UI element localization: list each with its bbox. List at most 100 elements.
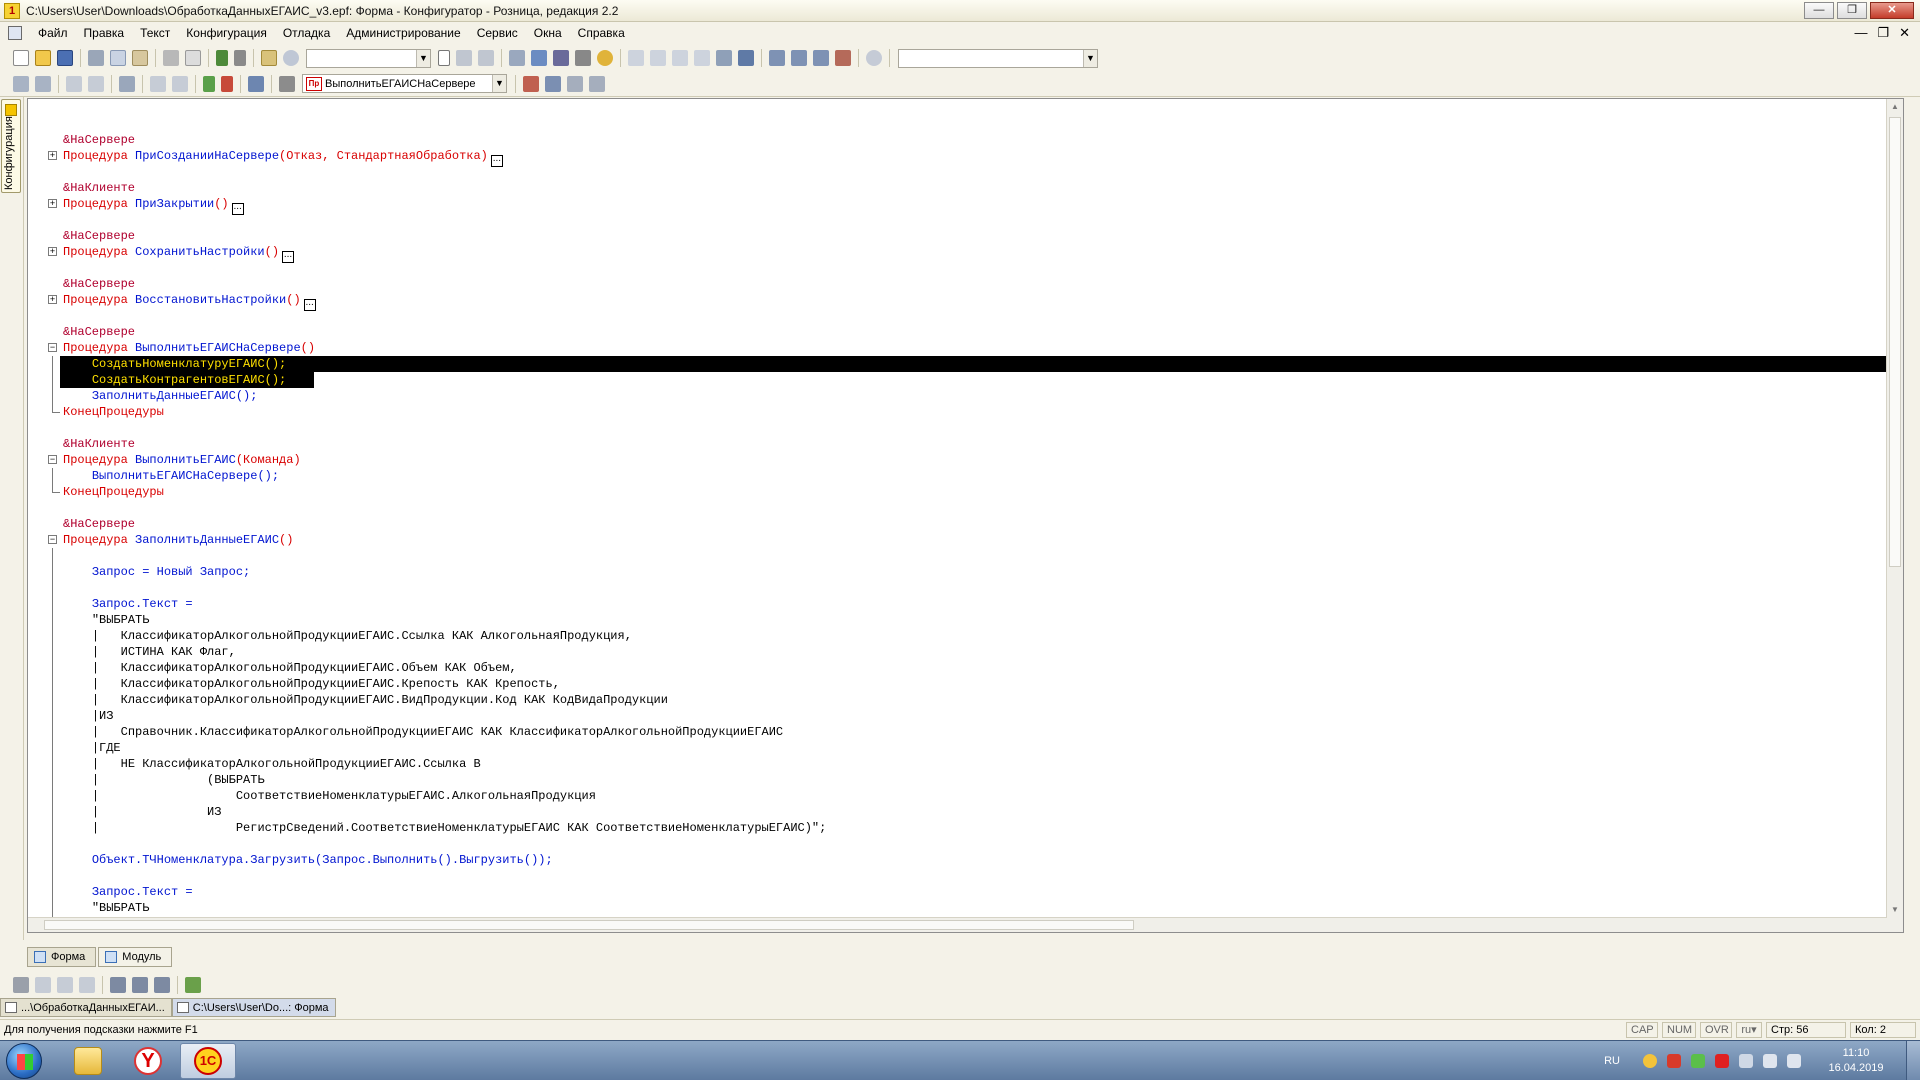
menu-administration[interactable]: Администрирование: [338, 26, 468, 40]
code-line[interactable]: [28, 420, 1903, 436]
uncomment-icon[interactable]: [221, 75, 233, 92]
window-list-icon[interactable]: [509, 50, 525, 66]
debug-run-to-cursor-icon[interactable]: [694, 50, 710, 66]
collapse-icon[interactable]: −: [48, 343, 57, 352]
find-in-files-icon[interactable]: [261, 50, 277, 66]
prev-message-icon[interactable]: [35, 977, 51, 993]
system-menu-icon[interactable]: [8, 26, 22, 40]
template-icon[interactable]: [185, 977, 201, 993]
code-line[interactable]: |ИЗ: [28, 708, 1903, 724]
show-desktop-button[interactable]: [1906, 1041, 1920, 1080]
code-line[interactable]: &НаКлиенте: [28, 180, 1903, 196]
block-indent-icon[interactable]: [119, 75, 135, 92]
first-message-icon[interactable]: [79, 977, 95, 993]
compare-config-icon[interactable]: [791, 50, 807, 66]
debug-step-into-icon[interactable]: [650, 50, 666, 66]
window-tab-processing[interactable]: ...\ОбработкаДанныхЕГАИ...: [0, 998, 172, 1017]
code-line[interactable]: &НаСервере: [28, 276, 1903, 292]
object-tree-icon[interactable]: [531, 50, 547, 66]
chevron-down-icon[interactable]: ▼: [492, 75, 506, 92]
redo-icon[interactable]: [234, 50, 246, 66]
code-line[interactable]: [28, 212, 1903, 228]
menu-file[interactable]: Файл: [30, 26, 76, 40]
open-folder-icon[interactable]: [35, 50, 51, 66]
code-line[interactable]: − Процедура ВыполнитьЕГАИС(Команда): [28, 452, 1903, 468]
menu-windows[interactable]: Окна: [526, 26, 570, 40]
timer-icon[interactable]: [866, 50, 882, 66]
tray-security-icon[interactable]: [1691, 1054, 1705, 1068]
cut-icon[interactable]: [88, 50, 104, 66]
code-line[interactable]: "ВЫБРАТЬ: [28, 612, 1903, 628]
find-previous-icon[interactable]: [478, 50, 494, 66]
menu-text[interactable]: Текст: [132, 26, 178, 40]
procedure-combo[interactable]: Пр ВыполнитьЕГАИСНаСервере ▼: [302, 74, 507, 93]
expand-icon[interactable]: +: [48, 199, 57, 208]
code-line[interactable]: [28, 308, 1903, 324]
keyboard-language[interactable]: RU: [1604, 1055, 1620, 1067]
breakpoint-icon[interactable]: [523, 75, 539, 92]
menu-configuration[interactable]: Конфигурация: [178, 26, 275, 40]
code-line[interactable]: | КлассификаторАлкогольнойПродукцииЕГАИС…: [28, 660, 1903, 676]
code-line[interactable]: СоздатьКонтрагентовЕГАИС();: [28, 372, 1903, 388]
tray-user-icon[interactable]: [1667, 1054, 1681, 1068]
code-line[interactable]: ВыполнитьЕГАИСНаСервере();: [28, 468, 1903, 484]
horizontal-scroll-thumb[interactable]: [44, 920, 1134, 930]
bookmark-next-icon[interactable]: [88, 75, 104, 92]
code-line[interactable]: [28, 116, 1903, 132]
bookmark-icon[interactable]: [66, 75, 82, 92]
menu-help[interactable]: Справка: [570, 26, 633, 40]
code-line[interactable]: Объект.ТЧНоменклатура.Загрузить(Запрос.В…: [28, 852, 1903, 868]
new-file-icon[interactable]: [13, 50, 29, 66]
code-line[interactable]: | Справочник.КлассификаторАлкогольнойПро…: [28, 724, 1903, 740]
search-combo[interactable]: ▼: [306, 48, 431, 68]
debug-step-icon[interactable]: [628, 50, 644, 66]
code-line[interactable]: &НаСервере: [28, 324, 1903, 340]
code-line[interactable]: [28, 164, 1903, 180]
tray-video-icon[interactable]: [1715, 1054, 1729, 1068]
code-line[interactable]: СоздатьНоменклатуруЕГАИС();: [28, 356, 1903, 372]
clear-search-icon[interactable]: [438, 50, 450, 66]
flag-icon[interactable]: [13, 977, 29, 993]
window-tab-form[interactable]: C:\Users\User\Do...: Форма: [171, 998, 336, 1017]
info-icon[interactable]: [597, 50, 613, 66]
code-line[interactable]: | НЕ КлассификаторАлкогольнойПродукцииЕГ…: [28, 756, 1903, 772]
print-preview-icon[interactable]: [185, 50, 201, 66]
goto-definition-icon[interactable]: [279, 75, 295, 92]
code-line[interactable]: + Процедура ПриСозданииНаСервере(Отказ, С…: [28, 148, 1903, 167]
save-icon[interactable]: [57, 50, 73, 66]
taskbar-yandex-browser[interactable]: Y: [120, 1043, 176, 1079]
code-line[interactable]: | КлассификаторАлкогольнойПродукцииЕГАИС…: [28, 676, 1903, 692]
code-line[interactable]: + Процедура СохранитьНастройки()...: [28, 244, 1903, 263]
copy-icon[interactable]: [110, 50, 126, 66]
minimize-button[interactable]: —: [1804, 2, 1834, 19]
code-editor[interactable]: &НаСервере + Процедура ПриСозданииНаСервер…: [27, 98, 1904, 933]
vertical-scroll-thumb[interactable]: [1889, 117, 1901, 567]
debug-continue-icon[interactable]: [738, 50, 754, 66]
taskbar-clock[interactable]: 11:10 16.04.2019: [1816, 1046, 1896, 1076]
breakpoint-list-icon[interactable]: [545, 75, 561, 92]
conditional-breakpoint-icon[interactable]: [589, 75, 605, 92]
debug-stop-icon[interactable]: [716, 50, 732, 66]
print-icon[interactable]: [163, 50, 179, 66]
code-line[interactable]: + Процедура ВосстановитьНастройки()...: [28, 292, 1903, 311]
tray-volume-icon[interactable]: [1787, 1054, 1801, 1068]
open-config-icon[interactable]: [813, 50, 829, 66]
code-line[interactable]: | СоответствиеНоменклатурыЕГАИС.Алкоголь…: [28, 788, 1903, 804]
mdi-close-button[interactable]: ✕: [1899, 25, 1910, 41]
code-line[interactable]: КонецПроцедуры: [28, 484, 1903, 500]
code-line[interactable]: [28, 836, 1903, 852]
expand-icon[interactable]: +: [48, 247, 57, 256]
expand-icon[interactable]: +: [48, 295, 57, 304]
code-line[interactable]: КонецПроцедуры: [28, 404, 1903, 420]
properties-icon[interactable]: [575, 50, 591, 66]
code-line[interactable]: | КлассификаторАлкогольнойПродукцииЕГАИС…: [28, 692, 1903, 708]
wrap-icon[interactable]: [154, 977, 170, 993]
code-line[interactable]: | ИСТИНА КАК Флаг,: [28, 644, 1903, 660]
code-line[interactable]: &НаСервере: [28, 228, 1903, 244]
module-combo[interactable]: ▼: [898, 48, 1098, 68]
collapse-icon[interactable]: −: [48, 455, 57, 464]
undo-icon[interactable]: [216, 50, 228, 66]
form-icon[interactable]: [13, 75, 29, 92]
next-message-icon[interactable]: [57, 977, 73, 993]
code-line[interactable]: Запрос.Текст =: [28, 596, 1903, 612]
